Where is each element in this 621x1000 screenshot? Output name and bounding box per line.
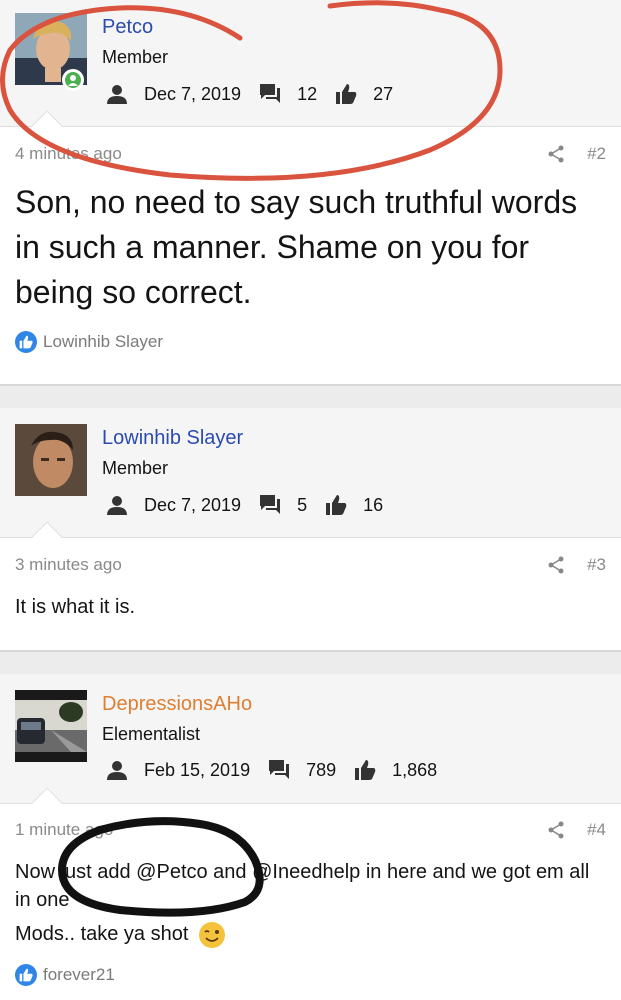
- username-link[interactable]: DepressionsAHo: [102, 693, 252, 716]
- messages-icon: [269, 760, 290, 779]
- messages-icon: [260, 84, 281, 103]
- user-icon: [107, 85, 127, 104]
- share-icon[interactable]: [548, 556, 564, 574]
- join-date: Dec 7, 2019: [144, 83, 242, 104]
- like-count: 16: [363, 494, 384, 515]
- user-title: Elementalist: [102, 724, 201, 744]
- post-3-user-header: Lowinhib Slayer Member Dec 7, 2019 5 16: [0, 408, 621, 553]
- post-number[interactable]: #4: [587, 820, 606, 840]
- post-4-user-header: DepressionsAHo Elementalist Feb 15, 2019…: [0, 674, 621, 819]
- user-icon: [107, 496, 127, 515]
- thumbs-up-icon: [355, 760, 376, 780]
- post-body-line: Mods.. take ya shot: [15, 920, 590, 949]
- thumbs-up-icon: [336, 84, 357, 104]
- avatar-lowinhib-slayer[interactable]: [15, 424, 87, 496]
- join-date: Dec 7, 2019: [144, 494, 242, 515]
- header-notch: [31, 787, 63, 819]
- header-notch: [31, 110, 63, 142]
- avatar-depressionsaho[interactable]: [15, 690, 87, 762]
- post-time[interactable]: 3 minutes ago: [15, 555, 122, 574]
- reaction-bar[interactable]: forever21: [15, 964, 115, 986]
- share-icon[interactable]: [548, 821, 564, 839]
- message-count: 5: [297, 494, 308, 515]
- reaction-user[interactable]: Lowinhib Slayer: [43, 332, 163, 352]
- like-reaction-icon: [15, 331, 37, 353]
- message-count: 789: [306, 759, 337, 780]
- header-notch: [31, 521, 63, 553]
- user-title: Member: [102, 47, 169, 67]
- post-meta: 4 minutes ago #2: [15, 144, 606, 164]
- user-title: Member: [102, 458, 169, 478]
- post-body-line: Now just add @Petco and @Ineedhelp in he…: [15, 861, 590, 911]
- online-status-icon: [62, 69, 84, 91]
- like-count: 27: [373, 83, 394, 104]
- thumbs-up-icon: [326, 495, 347, 515]
- post-2-user-header: Petco Member Dec 7, 2019 12 27: [0, 0, 621, 142]
- user-stats: Feb 15, 2019 789 1,868: [106, 757, 455, 783]
- post-time[interactable]: 1 minute ago: [15, 820, 113, 839]
- post-time[interactable]: 4 minutes ago: [15, 144, 122, 163]
- post-number[interactable]: #2: [587, 144, 606, 164]
- post-number[interactable]: #3: [587, 555, 606, 575]
- post-meta: 1 minute ago #4: [15, 820, 606, 840]
- like-reaction-icon: [15, 964, 37, 986]
- share-icon[interactable]: [548, 145, 564, 163]
- post-separator: [0, 384, 621, 408]
- like-count: 1,868: [392, 759, 438, 780]
- user-stats: Dec 7, 2019 5 16: [106, 492, 401, 518]
- join-date: Feb 15, 2019: [144, 759, 251, 780]
- message-count: 12: [297, 83, 318, 104]
- post-body-text: Mods.. take ya shot: [15, 923, 189, 945]
- post-body: Now just add @Petco and @Ineedhelp in he…: [15, 858, 590, 949]
- reaction-user[interactable]: forever21: [43, 965, 115, 985]
- post-body: Son, no need to say such truthful words …: [15, 184, 578, 310]
- post-body: It is what it is.: [15, 596, 136, 618]
- messages-icon: [260, 495, 281, 514]
- reaction-bar[interactable]: Lowinhib Slayer: [15, 331, 163, 353]
- username-link[interactable]: Lowinhib Slayer: [102, 427, 243, 450]
- username-link[interactable]: Petco: [102, 16, 153, 39]
- user-icon: [107, 761, 127, 780]
- wink-emoji-icon: [198, 921, 225, 948]
- post-meta: 3 minutes ago #3: [15, 555, 606, 575]
- user-stats: Dec 7, 2019 12 27: [106, 81, 411, 107]
- post-separator: [0, 650, 621, 674]
